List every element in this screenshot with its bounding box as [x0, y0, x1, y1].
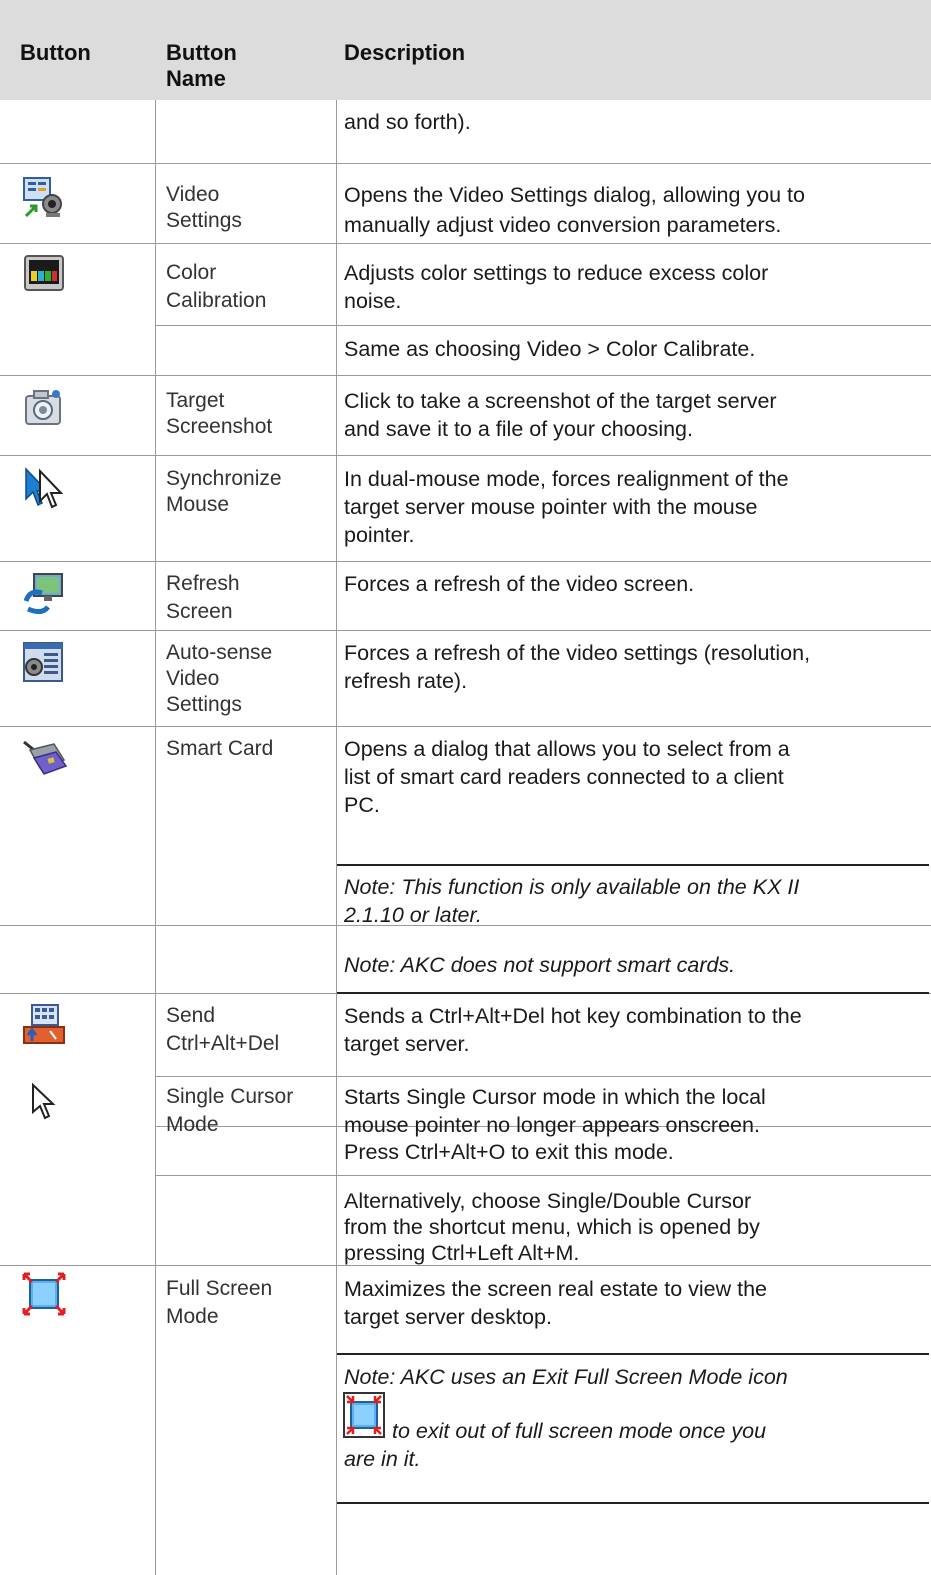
row-description: Forces a refresh of the video screen.	[344, 572, 695, 596]
row-name: Synchronize	[166, 467, 282, 490]
row-name: Full Screen	[166, 1277, 273, 1300]
auto-sense-icon[interactable]	[22, 641, 66, 685]
note-rule	[337, 864, 929, 866]
row-divider	[155, 325, 931, 326]
row-divider	[155, 1175, 931, 1176]
row-description: Sends a Ctrl+Alt+Del hot key combination…	[344, 1004, 802, 1028]
row-divider	[0, 726, 931, 727]
row-description: target server mouse pointer with the mou…	[344, 495, 758, 519]
row-name: Mode	[166, 1305, 219, 1328]
row-description: Opens a dialog that allows you to select…	[344, 737, 790, 761]
row-divider	[0, 163, 931, 164]
row-description: target server.	[344, 1032, 470, 1056]
header-description: Description	[344, 40, 466, 65]
note-text: 2.1.10 or later.	[344, 903, 482, 927]
row-description: Alternatively, choose Single/Double Curs…	[344, 1189, 752, 1213]
note-text: are in it.	[344, 1447, 421, 1471]
header-button: Button	[20, 40, 91, 65]
row-name: Smart Card	[166, 737, 274, 760]
row-description: Adjusts color settings to reduce excess …	[344, 261, 769, 285]
cursor-icon[interactable]	[30, 1082, 60, 1122]
row-description: In dual-mouse mode, forces realignment o…	[344, 467, 789, 491]
row-description: Same as choosing Video > Color Calibrate…	[344, 337, 756, 361]
row-description: and so forth).	[344, 110, 471, 134]
row-name: Refresh	[166, 572, 240, 595]
row-name: Auto-sense	[166, 641, 273, 664]
camera-icon[interactable]	[22, 386, 66, 430]
row-description: list of smart card readers connected to …	[344, 765, 784, 789]
row-description: Maximizes the screen real estate to view…	[344, 1277, 768, 1301]
note-text: to exit out of full screen mode once you	[392, 1419, 767, 1443]
row-name: Screenshot	[166, 415, 273, 438]
row-description: PC.	[344, 793, 380, 817]
row-description: noise.	[344, 289, 402, 313]
keyboard-icon[interactable]	[22, 1003, 66, 1047]
row-name: Video	[166, 667, 220, 690]
refresh-screen-icon[interactable]	[22, 571, 66, 615]
row-name: Mode	[166, 1113, 219, 1136]
table-header: Button Button Name Description	[0, 0, 931, 100]
row-description: Press Ctrl+Alt+O to exit this mode.	[344, 1140, 674, 1164]
row-description: mouse pointer no longer appears onscreen…	[344, 1113, 760, 1137]
smart-card-icon[interactable]	[20, 736, 68, 780]
row-divider	[0, 375, 931, 376]
row-divider	[0, 455, 931, 456]
row-name: Single Cursor	[166, 1085, 294, 1108]
note-rule	[337, 1502, 929, 1504]
header-button-name: Button Name	[166, 40, 237, 91]
row-divider	[0, 243, 931, 244]
row-divider	[0, 561, 931, 562]
row-description: from the shortcut menu, which is opened …	[344, 1215, 760, 1239]
exit-full-screen-icon	[343, 1392, 385, 1438]
note-rule	[337, 1353, 929, 1355]
full-screen-icon[interactable]	[22, 1272, 66, 1316]
row-description: Starts Single Cursor mode in which the l…	[344, 1085, 766, 1109]
color-calibration-icon[interactable]	[24, 255, 64, 291]
row-description: Forces a refresh of the video settings (…	[344, 641, 811, 665]
row-name: Ctrl+Alt+Del	[166, 1032, 280, 1055]
row-description: Click to take a screenshot of the target…	[344, 389, 777, 413]
row-description: target server desktop.	[344, 1305, 552, 1329]
row-name: Settings	[166, 693, 242, 716]
video-settings-icon[interactable]	[22, 176, 66, 220]
row-description: and save it to a file of your choosing.	[344, 417, 693, 441]
row-name: Send	[166, 1004, 216, 1027]
note-text: Note: AKC uses an Exit Full Screen Mode …	[344, 1365, 788, 1389]
row-name: Video	[166, 183, 220, 206]
row-description: pressing Ctrl+Left Alt+M.	[344, 1241, 580, 1265]
row-description: Opens the Video Settings dialog, allowin…	[344, 183, 805, 207]
row-divider	[0, 630, 931, 631]
row-name: Target	[166, 389, 225, 412]
row-divider	[155, 1076, 931, 1077]
row-description: manually adjust video conversion paramet…	[344, 213, 782, 237]
row-description: refresh rate).	[344, 669, 468, 693]
row-name: Settings	[166, 209, 242, 232]
sync-mouse-icon[interactable]	[22, 465, 66, 509]
row-name: Color	[166, 261, 217, 284]
row-name: Screen	[166, 600, 233, 623]
row-description: pointer.	[344, 523, 415, 547]
note-text: Note: This function is only available on…	[344, 875, 800, 899]
row-name: Mouse	[166, 493, 230, 516]
column-divider	[155, 100, 156, 1575]
row-name: Calibration	[166, 289, 267, 312]
note-rule	[337, 992, 929, 994]
note-text: Note: AKC does not support smart cards.	[344, 953, 736, 977]
